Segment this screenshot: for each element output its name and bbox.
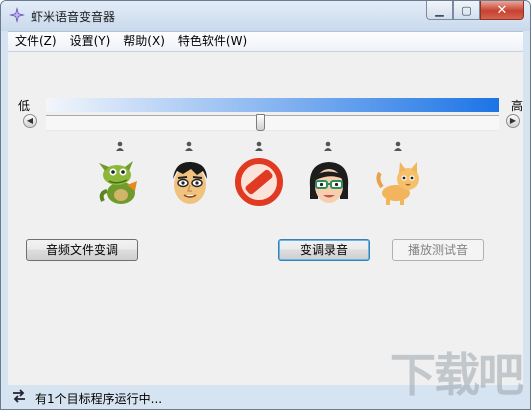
slider-tick-marker — [393, 141, 403, 151]
app-window: 虾米语音变音器 ▁ ▢ ✕ 文件(Z) 设置(Y) 帮助(X) 特色软件(W) … — [0, 0, 531, 410]
main-panel: 低 高 ◀ ▶ 音频文件变调 变调录音 播放测试音 — [8, 51, 523, 385]
menu-file[interactable]: 文件(Z) — [8, 32, 63, 51]
woman-face-icon — [304, 157, 354, 207]
audio-file-convert-button[interactable]: 音频文件变调 — [26, 239, 138, 261]
close-icon: ✕ — [496, 2, 508, 18]
dragon-icon — [95, 157, 145, 207]
slider-tick-marker — [254, 141, 264, 151]
pitch-increase-button[interactable]: ▶ — [506, 114, 520, 128]
slider-tick-marker — [184, 141, 194, 151]
cat-icon — [374, 157, 424, 207]
menu-bar: 文件(Z) 设置(Y) 帮助(X) 特色软件(W) — [8, 31, 523, 51]
status-text: 有1个目标程序运行中... — [35, 392, 163, 406]
slider-tick-marker — [323, 141, 333, 151]
voice-preset-man[interactable] — [165, 157, 215, 207]
voice-preset-woman[interactable] — [304, 157, 354, 207]
title-bar[interactable]: 虾米语音变音器 ▁ ▢ ✕ — [1, 1, 530, 31]
app-star-icon — [9, 7, 25, 23]
pitch-gradient-bar — [46, 98, 499, 112]
voice-preset-original[interactable] — [234, 157, 284, 207]
pitch-slider-thumb[interactable] — [256, 114, 265, 131]
voice-preset-dragon[interactable] — [95, 157, 145, 207]
transfer-arrows-icon — [11, 389, 27, 403]
slider-tick-marker — [115, 141, 125, 151]
record-button[interactable]: 变调录音 — [278, 239, 370, 261]
play-test-button[interactable]: 播放测试音 — [392, 239, 484, 261]
window-title: 虾米语音变音器 — [31, 10, 116, 24]
minimize-icon: ▁ — [435, 3, 444, 17]
pitch-high-label: 高 — [510, 99, 523, 113]
pitch-low-label: 低 — [18, 99, 31, 113]
pitch-slider[interactable] — [46, 114, 499, 131]
arrow-left-icon: ◀ — [26, 116, 34, 125]
maximize-button[interactable]: ▢ — [453, 1, 480, 20]
watermark-logo: 下载吧 — [390, 348, 524, 402]
arrow-right-icon: ▶ — [509, 116, 517, 125]
maximize-icon: ▢ — [461, 3, 472, 17]
minimize-button[interactable]: ▁ — [426, 1, 453, 20]
no-change-icon — [234, 157, 284, 207]
voice-preset-cat[interactable] — [374, 157, 424, 207]
menu-featured-software[interactable]: 特色软件(W) — [171, 32, 253, 51]
close-button[interactable]: ✕ — [480, 1, 524, 20]
caption-buttons: ▁ ▢ ✕ — [426, 1, 524, 21]
man-face-icon — [165, 157, 215, 207]
menu-help[interactable]: 帮助(X) — [116, 32, 171, 51]
menu-settings[interactable]: 设置(Y) — [63, 32, 117, 51]
pitch-decrease-button[interactable]: ◀ — [23, 114, 37, 128]
